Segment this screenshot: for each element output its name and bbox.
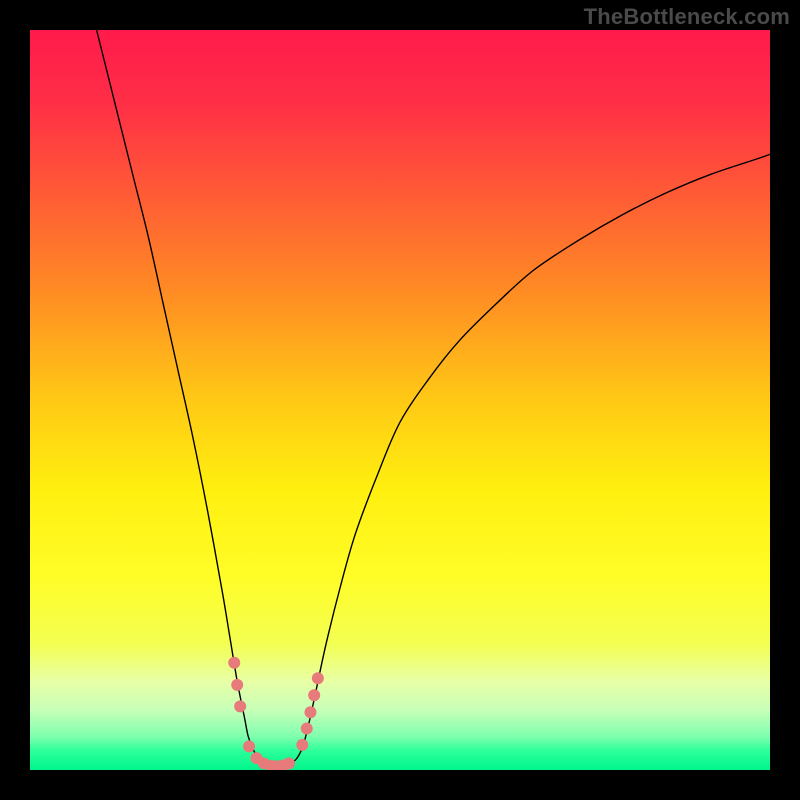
highlight-point (234, 700, 246, 712)
plot-area (30, 30, 770, 770)
highlight-points (228, 657, 324, 770)
highlight-point (304, 706, 316, 718)
highlight-point (296, 739, 308, 751)
frame: TheBottleneck.com (0, 0, 800, 800)
highlight-point (243, 740, 255, 752)
highlight-point (283, 757, 295, 769)
curve-layer (30, 30, 770, 770)
highlight-point (231, 679, 243, 691)
watermark-text: TheBottleneck.com (584, 4, 790, 30)
highlight-point (308, 689, 320, 701)
highlight-point (312, 672, 324, 684)
highlight-point (301, 723, 313, 735)
bottleneck-curve (97, 30, 770, 767)
highlight-point (228, 657, 240, 669)
